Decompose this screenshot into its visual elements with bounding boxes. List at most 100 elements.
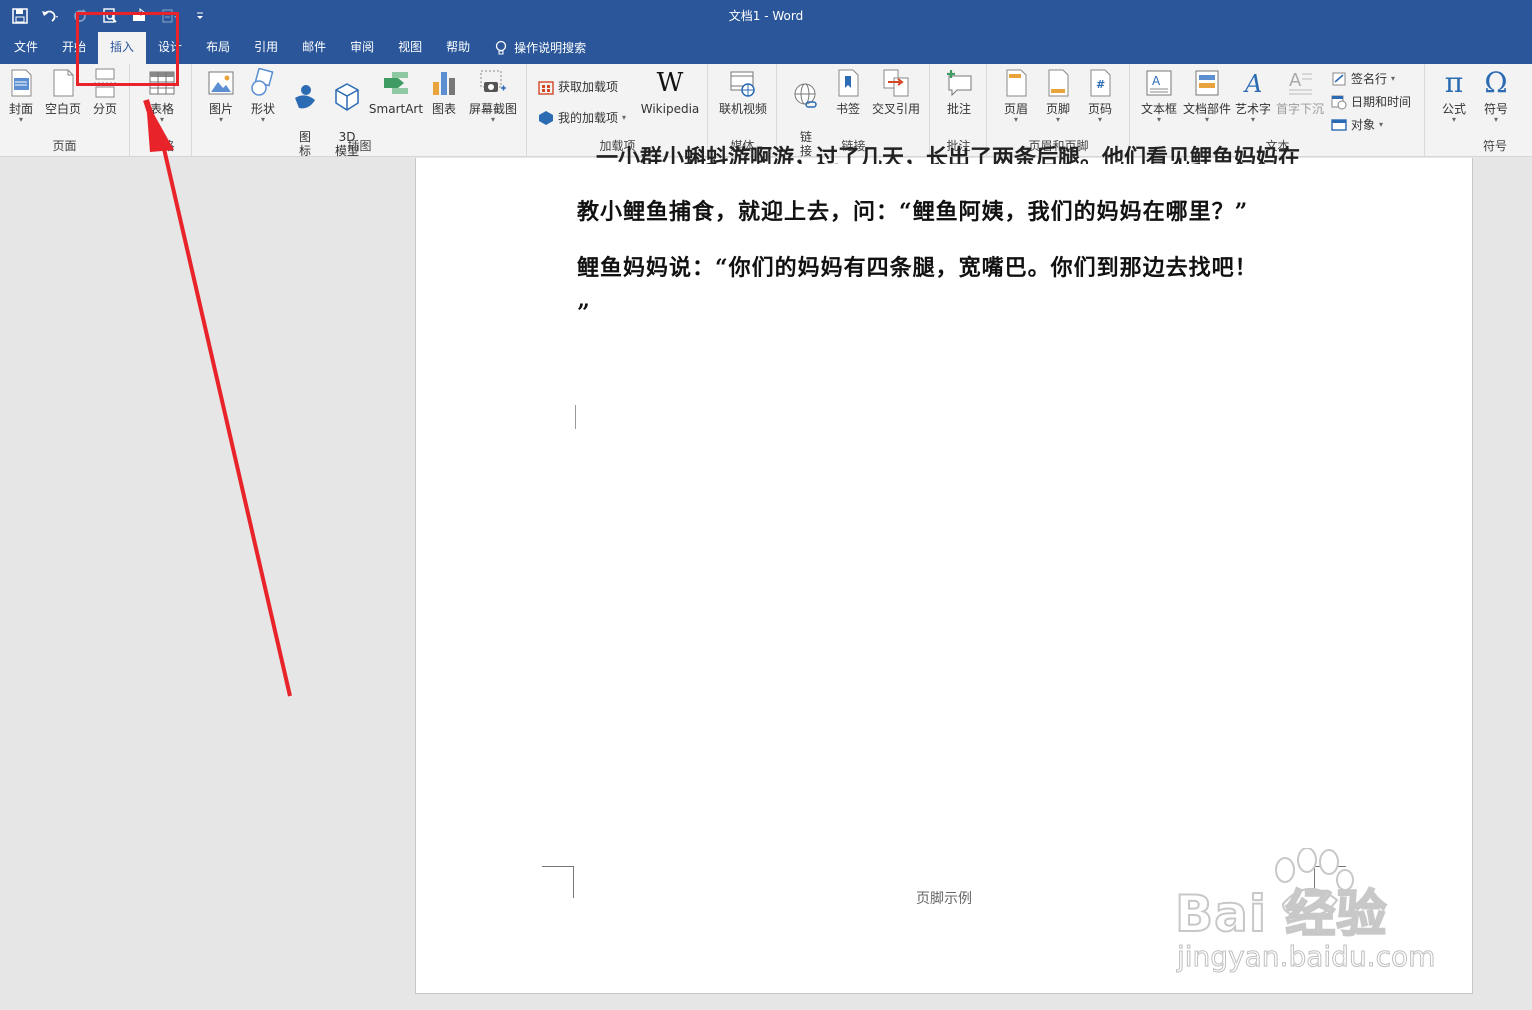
svg-text:#: # [1096,78,1105,91]
watermark-url: jingyan.baidu.com [1176,940,1436,974]
tell-me-label: 操作说明搜索 [514,40,587,55]
chevron-down-icon: ▾ [1391,74,1396,83]
title-bar: 文档1 - Word [0,0,1532,32]
blank-page-icon [53,69,74,97]
calendar-icon [1331,95,1347,109]
paragraph-line-1[interactable]: 教小鲤鱼捕食，就迎上去，问：“鲤鱼阿姨，我们的妈妈在哪里？” [577,194,1317,226]
chevron-down-icon: ▾ [1379,120,1384,129]
equation-button[interactable]: π 公式 ▾ [1434,68,1474,124]
ribbon-tabs: 文件 开始 插入 设计 布局 引用 邮件 审阅 视图 帮助 操作说明搜索 [0,32,1532,64]
tab-file[interactable]: 文件 [2,32,50,64]
wikipedia-icon: W [656,68,684,98]
screenshot-button[interactable]: 屏幕截图 ▾ [465,68,521,124]
tab-layout[interactable]: 布局 [194,32,242,64]
bookmark-icon [838,69,859,97]
tab-help[interactable]: 帮助 [434,32,482,64]
svg-text:A: A [1152,74,1161,88]
chevron-down-icon: ▾ [218,115,223,124]
drop-cap-button[interactable]: A 首字下沉 [1275,68,1325,116]
wikipedia-button[interactable]: W Wikipedia [638,68,702,116]
cross-reference-icon [883,69,909,97]
chevron-down-icon: ▾ [159,115,164,124]
tell-me-search[interactable]: 操作说明搜索 [482,32,598,64]
bookmark-button[interactable]: 书签 [830,68,866,116]
quick-parts-icon [1195,70,1219,96]
header-button[interactable]: 页眉 ▾ [998,68,1034,124]
tab-view[interactable]: 视图 [386,32,434,64]
smartart-icon [384,72,408,94]
group-symbols: π 公式 ▾ Ω 符号 ▾ 符号 [1426,64,1532,157]
pi-icon: π [1444,66,1464,99]
footer-icon [1048,69,1069,97]
svg-text:A: A [1289,70,1302,91]
store-icon [538,80,554,95]
tab-references[interactable]: 引用 [242,32,290,64]
text-cursor [575,405,576,429]
signature-line-button[interactable]: 签名行 ▾ [1331,70,1395,87]
wordart-button[interactable]: A 艺术字 ▾ [1233,68,1273,124]
icons-icon [295,85,315,109]
picture-icon [208,71,234,95]
signature-icon [1332,72,1346,85]
svg-text:A: A [1243,70,1262,98]
chevron-down-icon: ▾ [1250,115,1255,124]
shapes-button[interactable]: 形状 ▾ [245,68,281,124]
annotation-highlight-box [76,12,179,86]
header-icon [1006,69,1027,97]
window-title: 文档1 - Word [728,9,804,23]
chevron-down-icon: ▾ [18,115,23,124]
text-box-button[interactable]: A 文本框 ▾ [1139,68,1179,124]
page-number-icon: # [1090,69,1111,97]
chevron-down-icon: ▾ [1156,115,1161,124]
group-label-tables: 表格 [150,139,175,153]
chevron-down-icon: ▾ [1204,115,1209,124]
smartart-button[interactable]: SmartArt [367,68,425,116]
get-addins-button[interactable]: 获取加载项 [538,78,618,95]
cover-page-icon [11,69,32,97]
shapes-icon [251,68,274,96]
addins-cube-icon [539,110,553,125]
cover-page-button[interactable]: 封面 ▾ [4,68,38,124]
date-time-button[interactable]: 日期和时间 [1331,93,1411,110]
paragraph-line-2[interactable]: 鲤鱼妈妈说：“你们的妈妈有四条腿，宽嘴巴。你们到那边去找吧！ [577,250,1317,282]
chevron-down-icon: ▾ [490,115,495,124]
group-illustrations: 图片 ▾ 形状 ▾ 图 标 3D 模型 SmartArt 图表 屏幕截图 ▾ 插… [193,64,527,158]
tab-mailings[interactable]: 邮件 [290,32,338,64]
wordart-icon: A [1243,70,1262,98]
baidu-watermark: Bai 经验 jingyan.baidu.com [1174,848,1475,988]
online-video-button[interactable]: 联机视频 [715,68,771,116]
paragraph-line-3[interactable]: ” [577,300,1317,326]
chevron-down-icon: ▾ [1055,115,1060,124]
symbol-button[interactable]: Ω 符号 ▾ [1476,68,1516,124]
chevron-down-icon: ▾ [622,113,627,122]
watermark-brand: Bai 经验 [1174,884,1388,944]
group-label-symbols: 符号 [1482,139,1507,153]
lightbulb-icon [496,40,507,55]
chevron-down-icon: ▾ [1013,115,1018,124]
chevron-down-icon: ▾ [1493,115,1498,124]
cube-icon [335,83,359,111]
group-label-pages: 页面 [52,139,77,153]
picture-button[interactable]: 图片 ▾ [203,68,239,124]
screenshot-icon [480,70,506,92]
partial-text-line: 一小群小蝌蚪游啊游，过了几天，长出了两条后腿。他们看见鲤鱼妈妈在 [596,145,1301,164]
page-number-button[interactable]: # 页码 ▾ [1082,68,1118,124]
tab-review[interactable]: 审阅 [338,32,386,64]
object-button[interactable]: 对象 ▾ [1331,116,1383,133]
chevron-down-icon: ▾ [1097,115,1102,124]
text-box-icon: A [1146,70,1172,96]
chevron-down-icon: ▾ [1451,115,1456,124]
quick-parts-button[interactable]: 文档部件 ▾ [1181,68,1233,124]
footer-button[interactable]: 页脚 ▾ [1040,68,1076,124]
chart-button[interactable]: 图表 [427,68,461,116]
online-video-icon [730,71,755,97]
cross-reference-button[interactable]: 交叉引用 [868,68,924,116]
globe-link-icon [794,83,817,108]
object-icon [1331,118,1347,131]
bar-chart-icon [433,72,455,95]
omega-icon: Ω [1484,66,1508,99]
my-addins-button[interactable]: 我的加载项 ▾ [538,109,626,126]
new-comment-button[interactable]: 批注 [939,68,979,116]
chevron-down-icon: ▾ [260,115,265,124]
group-label-illustrations: 插图 [347,139,372,153]
